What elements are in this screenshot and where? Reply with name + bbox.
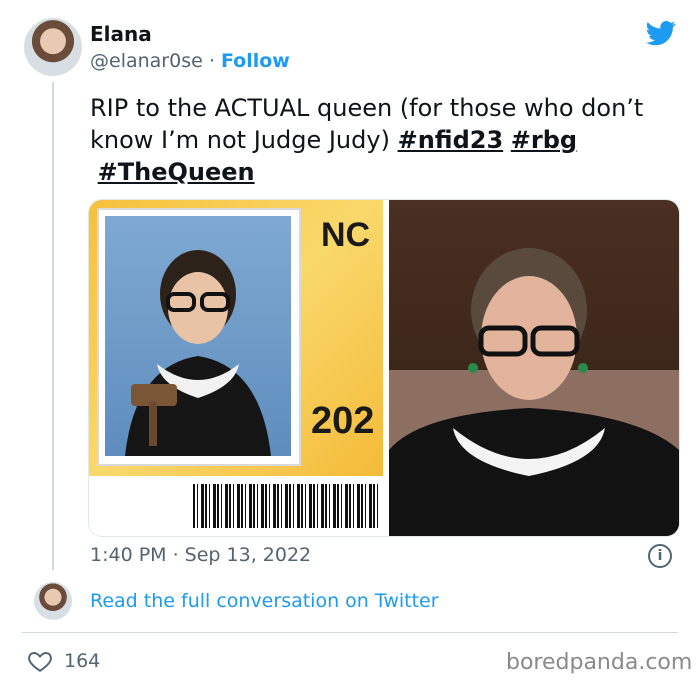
- info-icon[interactable]: i: [648, 544, 672, 568]
- id-card-photo[interactable]: NC 202: [89, 200, 383, 536]
- student-portrait: [105, 216, 291, 456]
- author-name[interactable]: Elana: [90, 22, 152, 46]
- barcode: [193, 484, 379, 528]
- hashtag-nfid23[interactable]: #nfid23: [398, 126, 504, 154]
- thread-line: [52, 82, 54, 570]
- heart-icon[interactable]: [26, 648, 54, 674]
- like-count: 164: [64, 650, 101, 672]
- twitter-bird-icon[interactable]: [644, 18, 678, 48]
- tweet-text: RIP to the ACTUAL queen (for those who d…: [90, 92, 690, 188]
- watermark: boredpanda.com: [506, 650, 693, 675]
- id-card-frame: [97, 208, 301, 466]
- hashtag-thequeen[interactable]: #TheQueen: [98, 158, 255, 186]
- author-handle[interactable]: @elanar0se: [90, 50, 203, 72]
- divider: [22, 632, 678, 633]
- author-avatar[interactable]: [24, 18, 82, 76]
- handle-row: @elanar0se · Follow: [90, 50, 290, 72]
- separator-dot: ·: [208, 50, 215, 72]
- portrait-illustration: [389, 248, 679, 536]
- student-portrait-illustration: [125, 250, 271, 456]
- tweet-timestamp[interactable]: 1:40 PM · Sep 13, 2022: [90, 544, 311, 566]
- follow-button[interactable]: Follow: [221, 50, 290, 72]
- id-card-year: 202: [311, 400, 375, 442]
- reply-avatar[interactable]: [34, 582, 72, 620]
- tweet-media[interactable]: NC 202: [88, 199, 680, 537]
- portrait-photo[interactable]: [389, 200, 679, 536]
- read-conversation-link[interactable]: Read the full conversation on Twitter: [90, 590, 439, 612]
- hashtag-rbg[interactable]: #rbg: [511, 126, 577, 154]
- id-card-code: NC: [321, 216, 371, 254]
